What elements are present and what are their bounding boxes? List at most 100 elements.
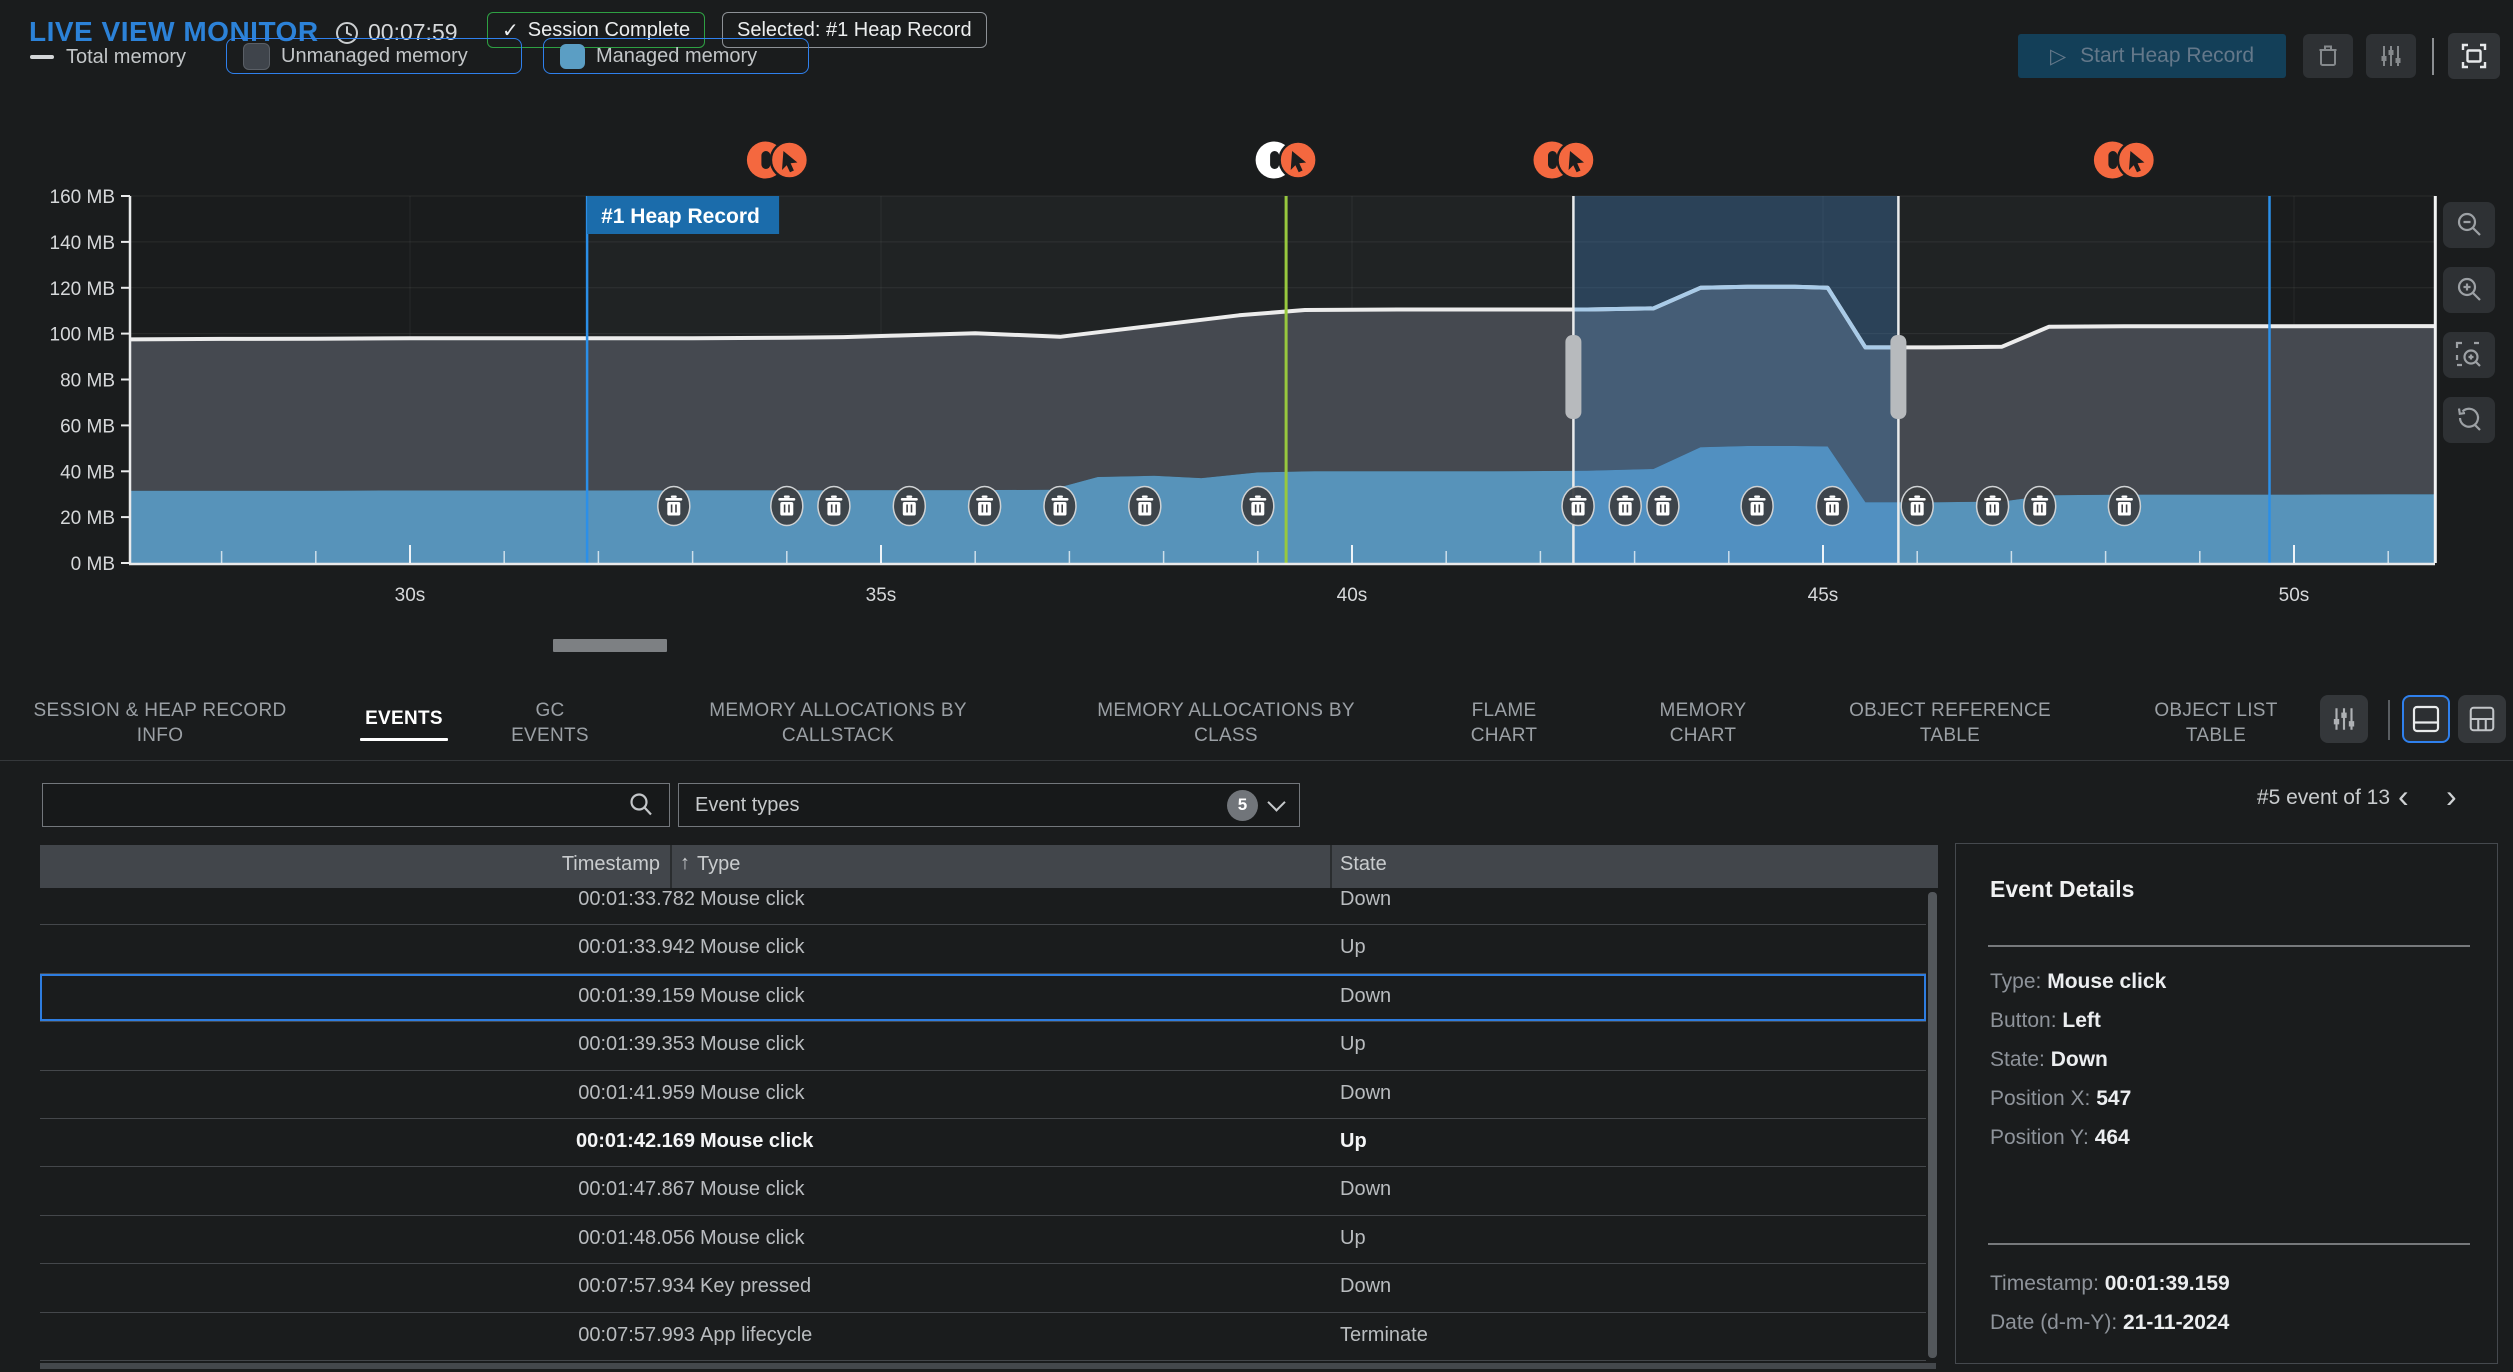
row-type: Mouse click (700, 1082, 804, 1105)
tab-events[interactable]: EVENTS (360, 690, 448, 756)
svg-text:0 MB: 0 MB (71, 554, 115, 575)
event-types-dropdown[interactable]: Event types 5 (678, 783, 1300, 827)
svg-text:20 MB: 20 MB (60, 508, 115, 529)
event-group-marker[interactable] (1534, 142, 1595, 179)
column-header-state[interactable]: State (1340, 853, 1387, 876)
zoom-in-button[interactable] (2443, 267, 2495, 313)
table-row[interactable]: 00:01:39.353 Mouse click Up (40, 1022, 1926, 1070)
settings-sliders-icon (2329, 704, 2359, 734)
sort-ascending-icon: ↑ (680, 852, 690, 875)
zoom-reset-button[interactable] (2443, 397, 2495, 443)
delete-event-marker[interactable] (1562, 487, 1594, 526)
column-divider (670, 845, 672, 888)
row-timestamp: 00:01:48.056 (578, 1227, 695, 1250)
tab-memory-chart[interactable]: MEMORYCHART (1660, 690, 1747, 756)
delete-event-marker[interactable] (1816, 487, 1848, 526)
table-row[interactable]: 00:01:41.959 Mouse click Down (40, 1071, 1926, 1119)
column-header-type[interactable]: Type (697, 853, 740, 876)
legend-toggle-unmanaged[interactable]: Unmanaged memory (226, 38, 522, 74)
chart-settings-button[interactable] (2366, 34, 2416, 78)
svg-text:30s: 30s (395, 585, 426, 606)
event-search-input[interactable] (43, 794, 627, 817)
panel-toolbar-divider (2388, 700, 2390, 740)
delete-event-marker[interactable] (1901, 487, 1933, 526)
event-group-marker[interactable] (747, 142, 808, 179)
table-row[interactable]: 00:07:57.993 App lifecycle Terminate (40, 1313, 1926, 1361)
table-row[interactable]: 00:07:57.934 Key pressed Down (40, 1264, 1926, 1312)
layout-rows-button[interactable] (2402, 695, 2450, 743)
table-row[interactable]: 00:01:33.942 Mouse click Up (40, 925, 1926, 973)
event-group-marker[interactable] (1256, 142, 1317, 179)
legend-toggle-managed[interactable]: Managed memory (543, 38, 809, 74)
svg-text:#1 Heap Record: #1 Heap Record (601, 205, 760, 228)
table-row[interactable]: 00:01:33.782 Mouse click Down (40, 888, 1926, 925)
event-group-marker[interactable] (2094, 142, 2155, 179)
row-timestamp: 00:01:33.942 (578, 936, 695, 959)
delete-event-marker[interactable] (969, 487, 1001, 526)
details-divider (1988, 945, 2470, 947)
layout-grid-button[interactable] (2458, 695, 2506, 743)
delete-event-marker[interactable] (1647, 487, 1679, 526)
svg-text:40 MB: 40 MB (60, 462, 115, 483)
delete-event-marker[interactable] (658, 487, 690, 526)
delete-event-marker[interactable] (1741, 487, 1773, 526)
events-table-hscrollbar[interactable] (40, 1363, 1936, 1369)
delete-event-marker[interactable] (1242, 487, 1274, 526)
total-memory-line-swatch (30, 55, 54, 59)
tab-session-heap-record-info[interactable]: SESSION & HEAP RECORDINFO (33, 690, 286, 756)
fullscreen-button[interactable] (2448, 33, 2500, 79)
delete-event-marker[interactable] (818, 487, 850, 526)
svg-text:35s: 35s (866, 585, 897, 606)
tab-memory-allocations-by-class[interactable]: MEMORY ALLOCATIONS BYCLASS (1097, 690, 1355, 756)
delete-icon (2314, 42, 2342, 70)
column-divider (1330, 845, 1332, 888)
row-state: Down (1340, 985, 1391, 1008)
start-heap-record-label: Start Heap Record (2080, 44, 2254, 68)
next-event-button[interactable]: › (2446, 778, 2457, 815)
panel-settings-button[interactable] (2320, 695, 2368, 743)
tab-object-list-table[interactable]: OBJECT LISTTABLE (2154, 690, 2277, 756)
row-timestamp: 00:01:41.959 (578, 1082, 695, 1105)
delete-event-marker[interactable] (1129, 487, 1161, 526)
delete-event-marker[interactable] (2108, 487, 2140, 526)
events-table-body: 00:01:33.782 Mouse click Down 00:01:33.9… (40, 888, 1926, 1366)
event-types-label: Event types (695, 794, 800, 817)
table-row[interactable]: 00:01:48.056 Mouse click Up (40, 1216, 1926, 1264)
event-pager-label: #5 event of 13 (2170, 786, 2390, 810)
events-table-header[interactable]: Timestamp ↑ Type State (40, 845, 1938, 888)
event-search-box (42, 783, 670, 827)
search-icon (627, 791, 655, 819)
row-timestamp: 00:01:39.353 (578, 1033, 695, 1056)
delete-event-marker[interactable] (2024, 487, 2056, 526)
zoom-region-button[interactable] (2443, 332, 2495, 378)
tab-flame-chart[interactable]: FLAMECHART (1471, 690, 1538, 756)
delete-event-marker[interactable] (1977, 487, 2009, 526)
tab-memory-allocations-by-callstack[interactable]: MEMORY ALLOCATIONS BYCALLSTACK (709, 690, 967, 756)
start-heap-record-button[interactable]: ▷ Start Heap Record (2018, 34, 2286, 78)
delete-session-button[interactable] (2303, 34, 2353, 78)
events-table-scrollbar[interactable] (1928, 892, 1937, 1358)
row-type: Mouse click (700, 1033, 804, 1056)
delete-event-marker[interactable] (893, 487, 925, 526)
tab-gc-events[interactable]: GCEVENTS (511, 690, 589, 756)
tab-object-reference-table[interactable]: OBJECT REFERENCETABLE (1849, 690, 2051, 756)
svg-text:160 MB: 160 MB (50, 187, 115, 208)
layout-grid-icon (2467, 704, 2497, 734)
svg-text:40s: 40s (1337, 585, 1368, 606)
previous-event-button[interactable]: ‹ (2398, 778, 2409, 815)
chart-hscrollbar[interactable] (553, 639, 667, 652)
event-types-count-badge: 5 (1227, 790, 1258, 821)
column-header-timestamp[interactable]: Timestamp (562, 853, 660, 876)
table-row[interactable]: 00:01:47.867 Mouse click Down (40, 1167, 1926, 1215)
memory-timeline-chart[interactable]: #1 Heap Record (0, 0, 2513, 680)
delete-event-marker[interactable] (1044, 487, 1076, 526)
table-row[interactable]: 00:01:39.159 Mouse click Down (40, 974, 1926, 1022)
row-type: Mouse click (700, 1227, 804, 1250)
delete-event-marker[interactable] (771, 487, 803, 526)
delete-event-marker[interactable] (1609, 487, 1641, 526)
svg-text:100 MB: 100 MB (50, 325, 115, 346)
row-type: App lifecycle (700, 1324, 812, 1347)
zoom-out-button[interactable] (2443, 202, 2495, 248)
play-icon: ▷ (2050, 44, 2066, 69)
table-row[interactable]: 00:01:42.169 Mouse click Up (40, 1119, 1926, 1167)
